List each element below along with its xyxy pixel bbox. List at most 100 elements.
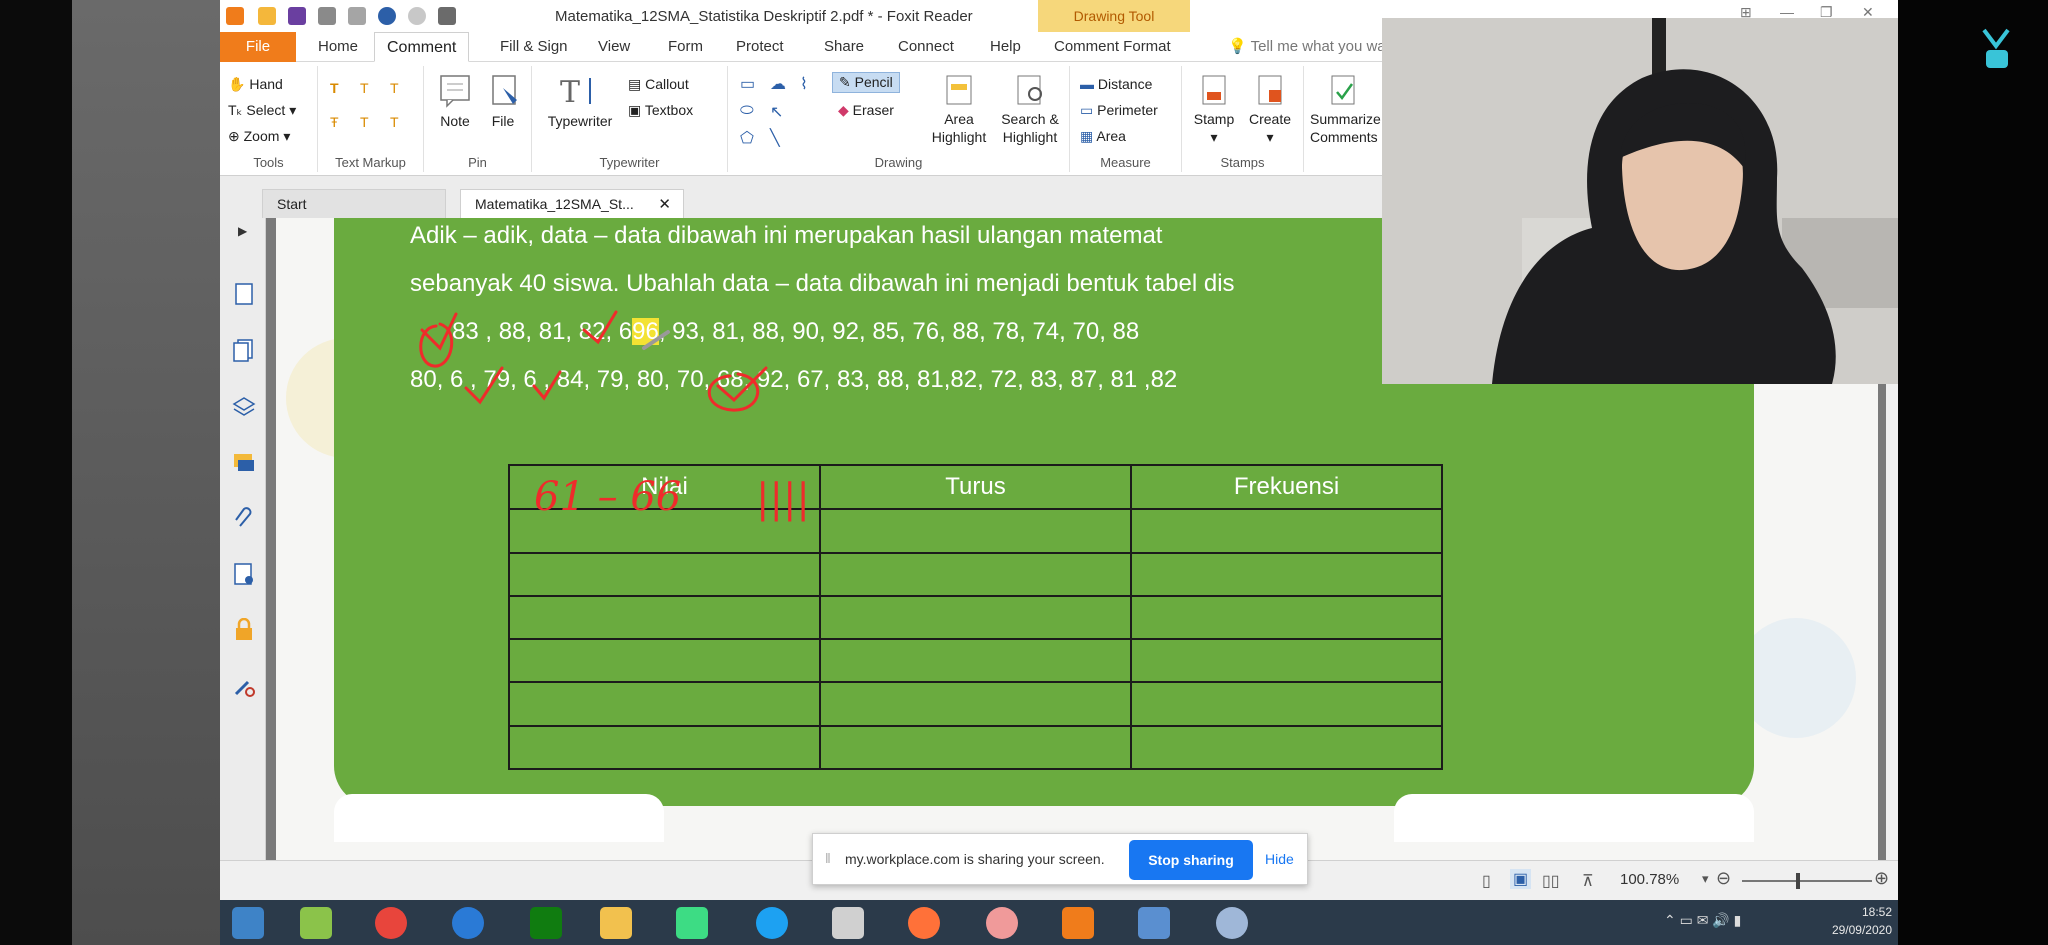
cloud-icon[interactable]: ☁ [770, 74, 786, 94]
undo-icon[interactable] [378, 7, 396, 25]
menu-protect[interactable]: Protect [724, 32, 796, 62]
hand-tool-icon[interactable] [438, 7, 456, 25]
close-tab-icon[interactable]: ✕ [658, 190, 671, 219]
tell-me-search[interactable]: 💡 Tell me what you wa [1228, 32, 1386, 62]
pencil-button[interactable]: ✎ Pencil [832, 72, 900, 93]
open-folder-icon[interactable] [258, 7, 276, 25]
stamp-button[interactable]: Stamp ▾ [1188, 74, 1240, 146]
area-button[interactable]: ▦ Area [1080, 128, 1126, 145]
comments-icon[interactable] [232, 450, 256, 474]
chrome-icon[interactable] [375, 907, 407, 939]
internet-explorer-icon[interactable] [452, 907, 484, 939]
insert-text-icon[interactable]: T [390, 114, 399, 130]
menu-comment-format[interactable]: Comment Format [1042, 32, 1183, 62]
media-app-icon[interactable] [986, 907, 1018, 939]
underline-squiggly-icon[interactable]: T [360, 80, 369, 96]
highlight-text-icon[interactable]: T [330, 80, 339, 96]
facing-page-icon[interactable]: ▯▯ [1542, 871, 1560, 891]
tab-start[interactable]: Start [262, 189, 446, 218]
expand-panel-icon[interactable]: ▶ [238, 224, 247, 238]
summarize-label: Summarize Comments [1310, 111, 1381, 145]
zoom-out-icon[interactable]: ⊖ [1716, 868, 1731, 889]
save-icon[interactable] [288, 7, 306, 25]
area-highlight-button[interactable]: Area Highlight [926, 74, 992, 146]
menu-home[interactable]: Home [306, 32, 370, 62]
text-markup-group: T T T Ŧ T T Text Markup [318, 66, 424, 172]
taskbar-clock[interactable]: 18:52 29/09/2020 [1808, 903, 1892, 939]
select-button[interactable]: Tₖ Select ▾ [228, 102, 296, 119]
perimeter-button[interactable]: ▭ Perimeter [1080, 102, 1158, 119]
tools-wrench-icon[interactable] [232, 674, 256, 698]
table-cell [1130, 681, 1443, 727]
create-button[interactable]: Create ▾ [1244, 74, 1296, 146]
single-page-icon[interactable]: ▯ [1482, 871, 1491, 891]
split-view-icon[interactable]: ⊼ [1582, 871, 1594, 891]
android-app-icon[interactable] [676, 907, 708, 939]
window-icon[interactable] [348, 7, 366, 25]
tab-document[interactable]: Matematika_12SMA_St... ✕ [460, 189, 684, 218]
foxit-taskbar-icon[interactable] [1062, 907, 1094, 939]
menu-fill-sign[interactable]: Fill & Sign [488, 32, 580, 62]
callout-button[interactable]: ▤ Callout [628, 76, 689, 93]
hide-share-bar-button[interactable]: Hide [1265, 851, 1294, 867]
note-label: Note [440, 113, 470, 129]
strikeout-text-icon[interactable]: Ŧ [330, 114, 339, 130]
zoom-slider-thumb[interactable] [1796, 873, 1800, 889]
table-row [508, 594, 1443, 641]
underline-text-icon[interactable]: T [390, 80, 399, 96]
drag-handle-icon[interactable]: ‖ [825, 850, 831, 866]
redo-icon[interactable] [408, 7, 426, 25]
zoom-level[interactable]: 100.78% [1620, 871, 1679, 888]
drawing-tool-context-tab[interactable]: Drawing Tool [1038, 0, 1190, 32]
line-icon[interactable]: ╲ [770, 128, 780, 148]
menu-view[interactable]: View [586, 32, 642, 62]
lock-icon[interactable] [232, 618, 256, 642]
rectangle-icon[interactable]: ▭ [740, 74, 755, 94]
table-cell [819, 638, 1132, 684]
navigation-panel: ▶ [220, 218, 266, 860]
files-app-icon[interactable] [300, 907, 332, 939]
textbox-button[interactable]: ▣ Textbox [628, 102, 693, 119]
note-button[interactable]: Note [434, 74, 476, 130]
signature-panel-icon[interactable] [232, 562, 256, 586]
print-icon[interactable] [318, 7, 336, 25]
summarize-comments-button[interactable]: Summarize Comments [1310, 74, 1390, 146]
arrow-icon[interactable]: ↖ [770, 102, 783, 122]
file-explorer-icon[interactable] [600, 907, 632, 939]
search-highlight-button[interactable]: Search & Highlight [994, 74, 1066, 146]
edge-icon[interactable] [756, 907, 788, 939]
menu-form[interactable]: Form [656, 32, 715, 62]
pages-thumbnail-icon[interactable] [232, 338, 256, 362]
start-menu-icon[interactable] [232, 907, 264, 939]
store-icon[interactable] [530, 907, 562, 939]
paint-icon[interactable] [1216, 907, 1248, 939]
continuous-page-icon[interactable]: ▣ [1510, 869, 1532, 889]
menu-file[interactable]: File [220, 32, 296, 62]
select-text-icon: Tₖ [228, 102, 243, 118]
zoom-slider[interactable] [1742, 880, 1872, 882]
layers-icon[interactable] [232, 394, 256, 418]
system-tray-icons[interactable]: ⌃ ▭ ✉ 🔊 ▮ [1664, 912, 1741, 929]
menu-connect[interactable]: Connect [886, 32, 966, 62]
hand-button[interactable]: ✋ Hand [228, 76, 283, 93]
polyline-icon[interactable]: ⌇ [800, 74, 808, 94]
bookmark-icon[interactable] [232, 282, 256, 306]
zoom-dropdown-icon[interactable]: ▾ [1702, 871, 1709, 887]
menu-comment[interactable]: Comment [374, 32, 470, 62]
firefox-icon[interactable] [908, 907, 940, 939]
eraser-button[interactable]: ◆ Eraser [838, 102, 894, 119]
polygon-icon[interactable]: ⬠ [740, 128, 754, 148]
file-attach-button[interactable]: File [482, 74, 524, 130]
zoom-button[interactable]: ⊕ Zoom ▾ [228, 128, 290, 145]
snipping-tool-icon[interactable] [832, 907, 864, 939]
distance-button[interactable]: ▬ Distance [1080, 76, 1152, 92]
oval-icon[interactable]: ⬭ [740, 102, 754, 120]
photos-icon[interactable] [1138, 907, 1170, 939]
menu-share[interactable]: Share [812, 32, 876, 62]
replace-text-icon[interactable]: T [360, 114, 369, 130]
menu-help[interactable]: Help [978, 32, 1033, 62]
attachments-icon[interactable] [232, 506, 256, 530]
zoom-in-icon[interactable]: ⊕ [1874, 868, 1889, 889]
stop-sharing-button[interactable]: Stop sharing [1129, 840, 1253, 880]
typewriter-button[interactable]: T Typewriter [540, 74, 620, 130]
